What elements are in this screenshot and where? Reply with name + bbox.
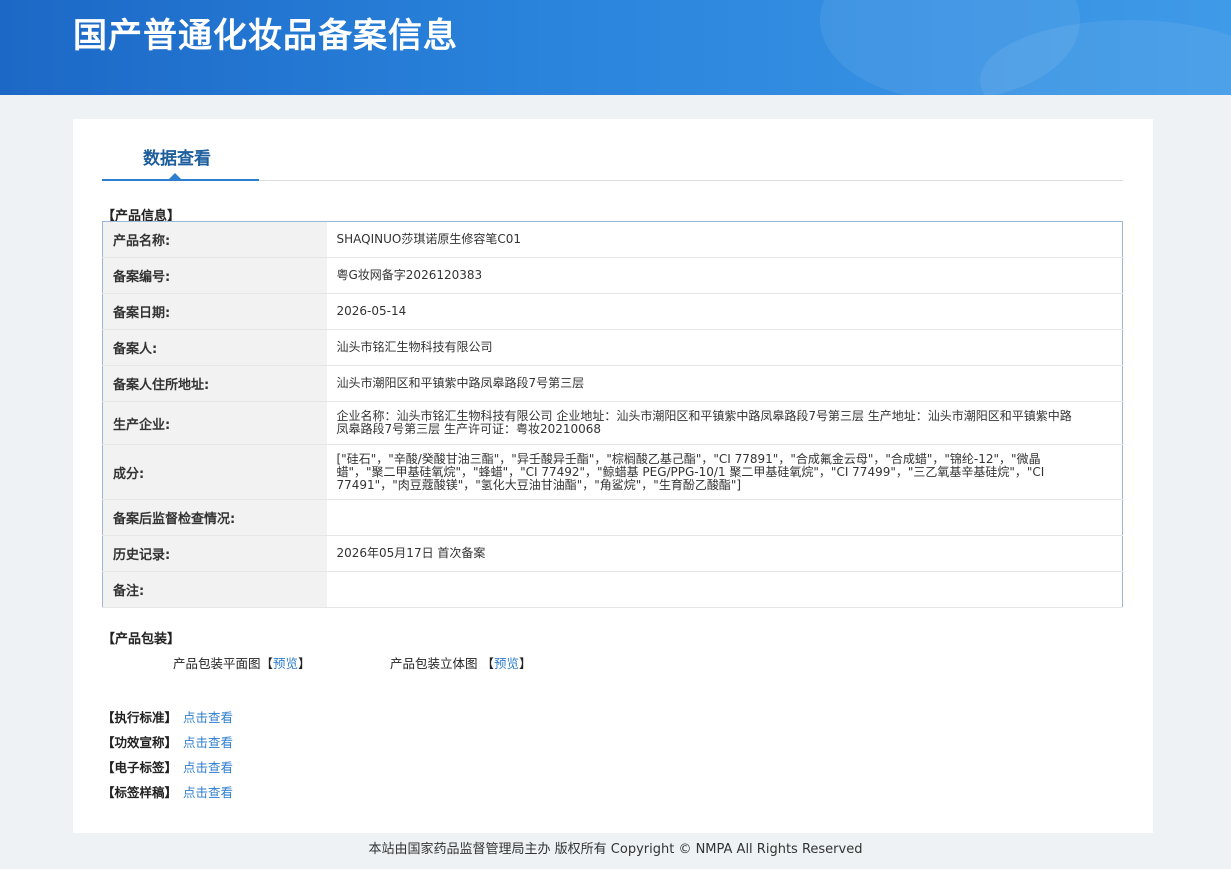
row-label: 成分: xyxy=(102,444,327,500)
e-label-view-link[interactable]: 点击查看 xyxy=(183,760,233,775)
row-value: 2026年05月17日 首次备案 xyxy=(326,535,1123,572)
table-row: 产品名称: SHAQINUO莎琪诺原生修容笔C01 xyxy=(102,221,1123,258)
table-row: 备案后监督检查情况: xyxy=(102,499,1123,536)
package-flat-preview-link[interactable]: 预览 xyxy=(273,656,298,671)
bracket-close: 】 xyxy=(298,656,311,671)
standard-view-link[interactable]: 点击查看 xyxy=(183,710,233,725)
row-value: 汕头市铭汇生物科技有限公司 xyxy=(326,329,1123,366)
row-label: 生产企业: xyxy=(102,401,327,445)
table-row: 生产企业: 企业名称：汕头市铭汇生物科技有限公司 企业地址：汕头市潮阳区和平镇紫… xyxy=(102,401,1123,445)
table-row: 备案人住所地址: 汕头市潮阳区和平镇紫中路凤皋路段7号第三层 xyxy=(102,365,1123,402)
label-sample-row: 【标签样稿】 点击查看 xyxy=(102,782,233,801)
page-title: 国产普通化妆品备案信息 xyxy=(73,16,458,56)
efficacy-row: 【功效宣称】 点击查看 xyxy=(102,732,233,751)
page-footer: 本站由国家药品监督管理局主办 版权所有 Copyright © NMPA All… xyxy=(368,842,863,857)
table-row: 历史记录: 2026年05月17日 首次备案 xyxy=(102,535,1123,572)
row-label: 产品名称: xyxy=(102,221,327,258)
label-sample-label: 【标签样稿】 xyxy=(102,785,178,800)
row-label: 备案编号: xyxy=(102,257,327,294)
row-value: 粤G妆网备字2026120383 xyxy=(326,257,1123,294)
row-value: 汕头市潮阳区和平镇紫中路凤皋路段7号第三层 xyxy=(326,365,1123,402)
product-info-table: 产品名称: SHAQINUO莎琪诺原生修容笔C01 备案编号: 粤G妆网备字20… xyxy=(102,221,1123,608)
row-value: 企业名称：汕头市铭汇生物科技有限公司 企业地址：汕头市潮阳区和平镇紫中路凤皋路段… xyxy=(326,401,1123,445)
tab-data-view[interactable]: 数据查看 xyxy=(143,144,211,169)
label-sample-view-link[interactable]: 点击查看 xyxy=(183,785,233,800)
package-3d-label: 产品包装立体图 【 xyxy=(390,656,494,671)
page-header: 国产普通化妆品备案信息 xyxy=(0,0,1231,95)
row-label: 备案人: xyxy=(102,329,327,366)
table-row: 备案人: 汕头市铭汇生物科技有限公司 xyxy=(102,329,1123,366)
package-flat-row: 产品包装平面图【预览】 xyxy=(173,653,311,672)
tab-active-indicator xyxy=(102,179,259,181)
row-value: ["硅石"，"辛酸/癸酸甘油三酯"，"异壬酸异壬酯"，"棕榈酸乙基己酯"，"CI… xyxy=(326,444,1123,500)
packaging-title: 【产品包装】 xyxy=(102,632,181,647)
table-row: 备案日期: 2026-05-14 xyxy=(102,293,1123,330)
row-value xyxy=(326,571,1123,608)
content-card: 数据查看 【产品信息】 产品名称: SHAQINUO莎琪诺原生修容笔C01 备案… xyxy=(73,119,1153,833)
row-label: 备案人住所地址: xyxy=(102,365,327,402)
package-3d-row: 产品包装立体图 【预览】 xyxy=(390,653,532,672)
row-value: 2026-05-14 xyxy=(326,293,1123,330)
table-row: 成分: ["硅石"，"辛酸/癸酸甘油三酯"，"异壬酸异壬酯"，"棕榈酸乙基己酯"… xyxy=(102,444,1123,500)
row-value xyxy=(326,499,1123,536)
row-value: SHAQINUO莎琪诺原生修容笔C01 xyxy=(326,221,1123,258)
table-row: 备注: xyxy=(102,571,1123,608)
table-row: 备案编号: 粤G妆网备字2026120383 xyxy=(102,257,1123,294)
row-label: 备注: xyxy=(102,571,327,608)
tab-caret-icon xyxy=(169,173,181,179)
bracket-close: 】 xyxy=(519,656,532,671)
e-label-row: 【电子标签】 点击查看 xyxy=(102,757,233,776)
row-label: 历史记录: xyxy=(102,535,327,572)
package-3d-preview-link[interactable]: 预览 xyxy=(494,656,519,671)
e-label-label: 【电子标签】 xyxy=(102,760,178,775)
standard-row: 【执行标准】 点击查看 xyxy=(102,707,233,726)
efficacy-label: 【功效宣称】 xyxy=(102,735,178,750)
row-label: 备案后监督检查情况: xyxy=(102,499,327,536)
efficacy-view-link[interactable]: 点击查看 xyxy=(183,735,233,750)
standard-label: 【执行标准】 xyxy=(102,710,178,725)
package-flat-label: 产品包装平面图【 xyxy=(173,656,274,671)
row-label: 备案日期: xyxy=(102,293,327,330)
